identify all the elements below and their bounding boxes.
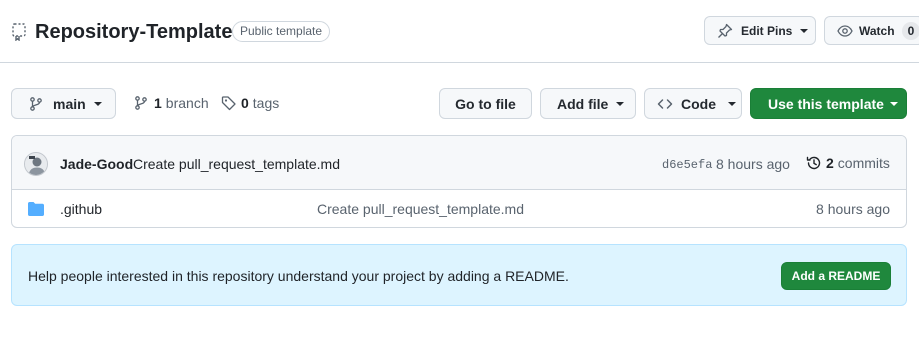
branch-word: branch	[165, 95, 209, 111]
branch-select-button[interactable]: main	[11, 88, 116, 119]
readme-prompt-text: Help people interested in this repositor…	[28, 268, 569, 284]
commit-sha-link[interactable]: d6e5efa	[662, 158, 712, 172]
tag-count: 0	[241, 95, 249, 111]
commit-count: 2	[826, 155, 834, 171]
table-row[interactable]: .github Create pull_request_template.md …	[12, 191, 906, 227]
go-to-file-label: Go to file	[455, 95, 516, 112]
latest-commit-bar: Jade-Good Create pull_request_template.m…	[12, 136, 906, 190]
file-commit-message-link[interactable]: Create pull_request_template.md	[317, 201, 524, 217]
code-button[interactable]: Code	[644, 88, 742, 119]
git-branch-icon	[30, 96, 42, 111]
commit-author-link[interactable]: Jade-Good	[60, 156, 133, 172]
watch-label: Watch	[859, 23, 895, 38]
avatar[interactable]	[24, 152, 48, 176]
commits-history-link[interactable]: 2 commits	[806, 155, 890, 171]
visibility-badge: Public template	[232, 21, 331, 42]
repo-header: Repository-Template Public template Edit…	[0, 0, 919, 63]
add-file-button[interactable]: Add file	[540, 88, 636, 119]
pin-icon	[718, 23, 733, 38]
file-listing: Jade-Good Create pull_request_template.m…	[11, 135, 907, 228]
code-icon	[657, 98, 673, 109]
code-label: Code	[681, 95, 716, 112]
file-commit-time: 8 hours ago	[816, 201, 890, 217]
branches-link[interactable]: 1 branch	[133, 95, 209, 111]
edit-pins-label: Edit Pins	[741, 23, 793, 38]
commit-time: 8 hours ago	[716, 156, 790, 172]
tags-link[interactable]: 0 tags	[221, 95, 279, 111]
chevron-down-icon	[728, 101, 736, 106]
add-readme-label: Add a README	[791, 269, 881, 283]
edit-pins-button[interactable]: Edit Pins	[704, 16, 816, 45]
add-file-label: Add file	[557, 95, 609, 112]
git-branch-icon	[135, 96, 147, 110]
go-to-file-button[interactable]: Go to file	[439, 88, 532, 119]
chevron-down-icon	[616, 101, 625, 106]
use-template-button[interactable]: Use this template	[750, 88, 907, 119]
use-template-label: Use this template	[768, 95, 884, 112]
commit-message-link[interactable]: Create pull_request_template.md	[133, 156, 340, 172]
add-readme-button[interactable]: Add a README	[781, 262, 891, 290]
repo-name-link[interactable]: Repository-Template	[35, 19, 232, 45]
file-name-link[interactable]: .github	[60, 201, 102, 217]
commit-word: commits	[837, 155, 890, 171]
tag-word: tags	[252, 95, 280, 111]
branch-count: 1	[154, 95, 162, 111]
eye-icon	[837, 24, 853, 37]
readme-prompt: Help people interested in this repositor…	[11, 244, 907, 306]
watch-count: 0	[901, 21, 919, 40]
branch-name: main	[53, 95, 86, 112]
avatar-image-icon	[25, 153, 47, 175]
history-icon	[806, 156, 821, 170]
folder-icon	[28, 202, 44, 216]
watch-button[interactable]: Watch 0	[824, 16, 919, 45]
tag-icon	[221, 96, 236, 111]
chevron-down-icon	[889, 101, 898, 106]
repo-template-icon	[12, 23, 26, 41]
chevron-down-icon	[800, 28, 809, 33]
chevron-down-icon	[93, 101, 102, 106]
